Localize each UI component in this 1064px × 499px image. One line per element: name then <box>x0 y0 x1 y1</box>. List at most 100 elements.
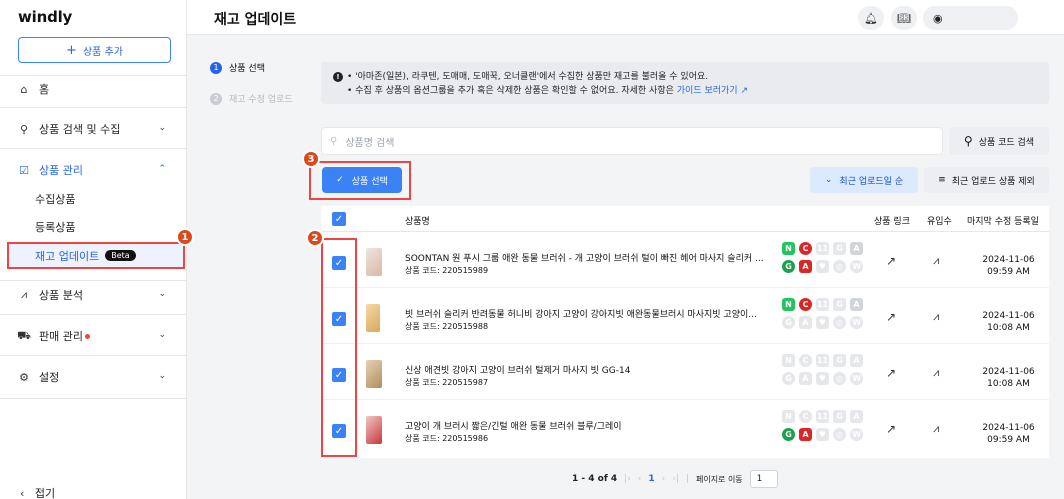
sort-label: 최근 업로드일 순 <box>839 176 904 187</box>
product-name[interactable]: 빗 브러쉬 슬리커 반려동물 허니비 강아지 고양이 강아지빗 애완동물브러시 … <box>405 307 775 320</box>
sidebar-item-search-collect[interactable]: ⚲ 상품 검색 및 수집 ⌄ <box>0 117 186 141</box>
market-gmarket-icon: G <box>833 410 846 423</box>
notification-dot <box>84 333 90 339</box>
market-11st-icon: 11 <box>816 242 829 255</box>
external-link-icon[interactable]: ↗ <box>886 422 896 436</box>
table-row[interactable]: ✓ 신상 애견빗 강아지 고양이 브러쉬 털제거 마사지 빗 GG-14 상품 … <box>321 344 1049 400</box>
market-circle-icon: ◎ <box>833 372 846 385</box>
chevron-down-icon: ⌄ <box>158 330 166 340</box>
search-input[interactable]: ⚲ 상품명 검색 <box>321 127 943 155</box>
beta-badge: Beta <box>105 250 136 261</box>
select-products-button[interactable]: ✓ 상품 선택 <box>322 167 402 193</box>
info-line-1: • '아마존(일본), 라쿠텐, 도매매, 도매꾹, 오너클랜'에서 수집한 상… <box>347 72 709 82</box>
chevron-up-icon: ⌃ <box>158 164 166 174</box>
search-icon: ⚲ <box>330 135 338 147</box>
profile-button[interactable]: ◉ <box>923 6 1018 30</box>
market-auction-icon: A <box>850 410 863 423</box>
market-auction-icon: A <box>850 242 863 255</box>
step-number: 2 <box>210 92 222 105</box>
chevron-down-icon: ⌄ <box>158 123 166 133</box>
line-chart-icon[interactable]: ⩘ <box>933 422 939 436</box>
table-row[interactable]: ✓ 고양이 개 브러시 짧은/긴털 애완 동물 브러쉬 블루/그레이 상품 코드… <box>321 400 1049 456</box>
last-page-icon[interactable]: ›| <box>672 474 679 484</box>
product-name[interactable]: 고양이 개 브러시 짧은/긴털 애완 동물 브러쉬 블루/그레이 <box>405 419 775 432</box>
prev-page-icon[interactable]: ‹ <box>638 474 642 484</box>
add-product-label: 상품 추가 <box>82 46 123 58</box>
table-row[interactable]: ✓ SOONTAN 원 푸시 그룹 애완 동물 브러쉬 - 개 고양이 브러쉬 … <box>321 232 1049 288</box>
sidebar-item-home[interactable]: ⌂ 홈 <box>0 77 186 101</box>
product-name[interactable]: SOONTAN 원 푸시 그룹 애완 동물 브러쉬 - 개 고양이 브러쉬 털이… <box>405 251 775 264</box>
product-thumbnail <box>366 304 380 332</box>
sidebar-item-label: 홈 <box>39 83 50 96</box>
product-name[interactable]: 신상 애견빗 강아지 고양이 브러쉬 털제거 마사지 빗 GG-14 <box>405 363 775 376</box>
collapse-sidebar-button[interactable]: ‹ 접기 <box>20 485 55 499</box>
product-code: 상품 코드: 220515989 <box>405 266 489 275</box>
sidebar-subitem-label: 재고 업데이트 <box>35 249 100 263</box>
market-11st-icon: 11 <box>816 298 829 311</box>
goto-page-input[interactable]: 1 <box>749 470 778 488</box>
external-link-icon: ↗ <box>740 86 749 96</box>
user-icon: ◉ <box>933 11 943 25</box>
sidebar-item-sales[interactable]: ⛟ 판매 관리 ⌄ <box>0 324 186 348</box>
exclude-label: 최근 업로드 상품 제외 <box>951 176 1035 187</box>
check-icon: ✓ <box>336 175 344 185</box>
sidebar-subitem-stock-update[interactable]: 재고 업데이트 Beta <box>7 242 185 269</box>
external-link-icon[interactable]: ↗ <box>886 366 896 380</box>
add-product-button[interactable]: + 상품 추가 <box>18 37 171 63</box>
pager-divider: | <box>685 474 689 484</box>
market-11st-icon: 11 <box>816 410 829 423</box>
line-chart-icon[interactable]: ⩘ <box>933 254 939 268</box>
code-search-button[interactable]: ⚲ 상품 코드 검색 <box>949 127 1049 155</box>
market-auction-icon: A <box>850 298 863 311</box>
line-chart-icon[interactable]: ⩘ <box>933 310 939 324</box>
bell-icon[interactable]: 🔔︎ <box>858 6 884 30</box>
market-naver-icon: N <box>782 410 795 423</box>
next-page-icon[interactable]: › <box>662 474 666 484</box>
market-naver-icon: N <box>782 298 795 311</box>
market-a-icon: A <box>799 316 812 329</box>
code-search-label: 상품 코드 검색 <box>978 137 1035 148</box>
market-a-icon: A <box>799 260 812 273</box>
sidebar-subitem-collected[interactable]: 수집상품 <box>17 188 177 210</box>
sort-recent-upload-button[interactable]: ⌄ 최근 업로드일 순 <box>810 167 918 193</box>
external-link-icon[interactable]: ↗ <box>886 254 896 268</box>
sidebar-item-analysis[interactable]: ⩘ 상품 분석 ⌄ <box>0 283 186 307</box>
market-g-icon: G <box>782 316 795 329</box>
app-logo[interactable]: windly <box>18 8 72 26</box>
external-link-icon[interactable]: ↗ <box>886 310 896 324</box>
product-thumbnail <box>366 248 382 276</box>
sidebar-item-label: 상품 분석 <box>39 289 83 302</box>
page-number[interactable]: 1 <box>648 474 654 484</box>
market-circle-icon: ◎ <box>833 428 846 441</box>
gear-icon: ⚙ <box>19 370 29 384</box>
last-modified-date: 2024-11-06 10:08 AM <box>982 367 1035 389</box>
last-modified-date: 2024-11-06 09:59 AM <box>982 423 1035 445</box>
book-icon[interactable]: 📖︎ <box>891 6 917 30</box>
market-heart-icon: ♥ <box>816 316 829 329</box>
market-a-icon: A <box>799 372 812 385</box>
table-row[interactable]: ✓ 빗 브러쉬 슬리커 반려동물 허니비 강아지 고양이 강아지빗 애완동물브러… <box>321 288 1049 344</box>
callout-2: 2 <box>306 229 324 247</box>
step-label: 재고 수정 업로드 <box>229 95 293 105</box>
highlight-checkbox-column <box>321 238 357 457</box>
sidebar-item-settings[interactable]: ⚙ 설정 ⌄ <box>0 365 186 389</box>
market-gmarket-icon: G <box>833 298 846 311</box>
sidebar-item-product-mgmt[interactable]: ☑ 상품 관리 ⌃ <box>0 158 186 182</box>
first-page-icon[interactable]: |‹ <box>624 474 631 484</box>
line-chart-icon[interactable]: ⩘ <box>933 366 939 380</box>
market-gmarket-icon: G <box>833 242 846 255</box>
market-heart-icon: ♥ <box>816 260 829 273</box>
exclude-recent-button[interactable]: ≡ 최근 업로드 상품 제외 <box>924 167 1049 193</box>
guide-link[interactable]: 가이드 보러가기 ↗ <box>677 86 748 96</box>
collapse-label: 접기 <box>34 487 56 499</box>
market-coupang-icon: C <box>799 242 812 255</box>
checkbox-icon: ☑ <box>19 163 29 177</box>
search-icon: ⚲ <box>963 134 973 148</box>
last-modified-date: 2024-11-06 10:08 AM <box>982 311 1035 333</box>
sidebar-item-label: 설정 <box>39 371 60 384</box>
sidebar-subitem-registered[interactable]: 등록상품 <box>17 216 177 238</box>
market-g-icon: G <box>782 428 795 441</box>
info-icon: ! <box>333 72 343 82</box>
market-gmarket-icon: G <box>833 354 846 367</box>
select-all-checkbox[interactable]: ✓ <box>332 212 346 226</box>
